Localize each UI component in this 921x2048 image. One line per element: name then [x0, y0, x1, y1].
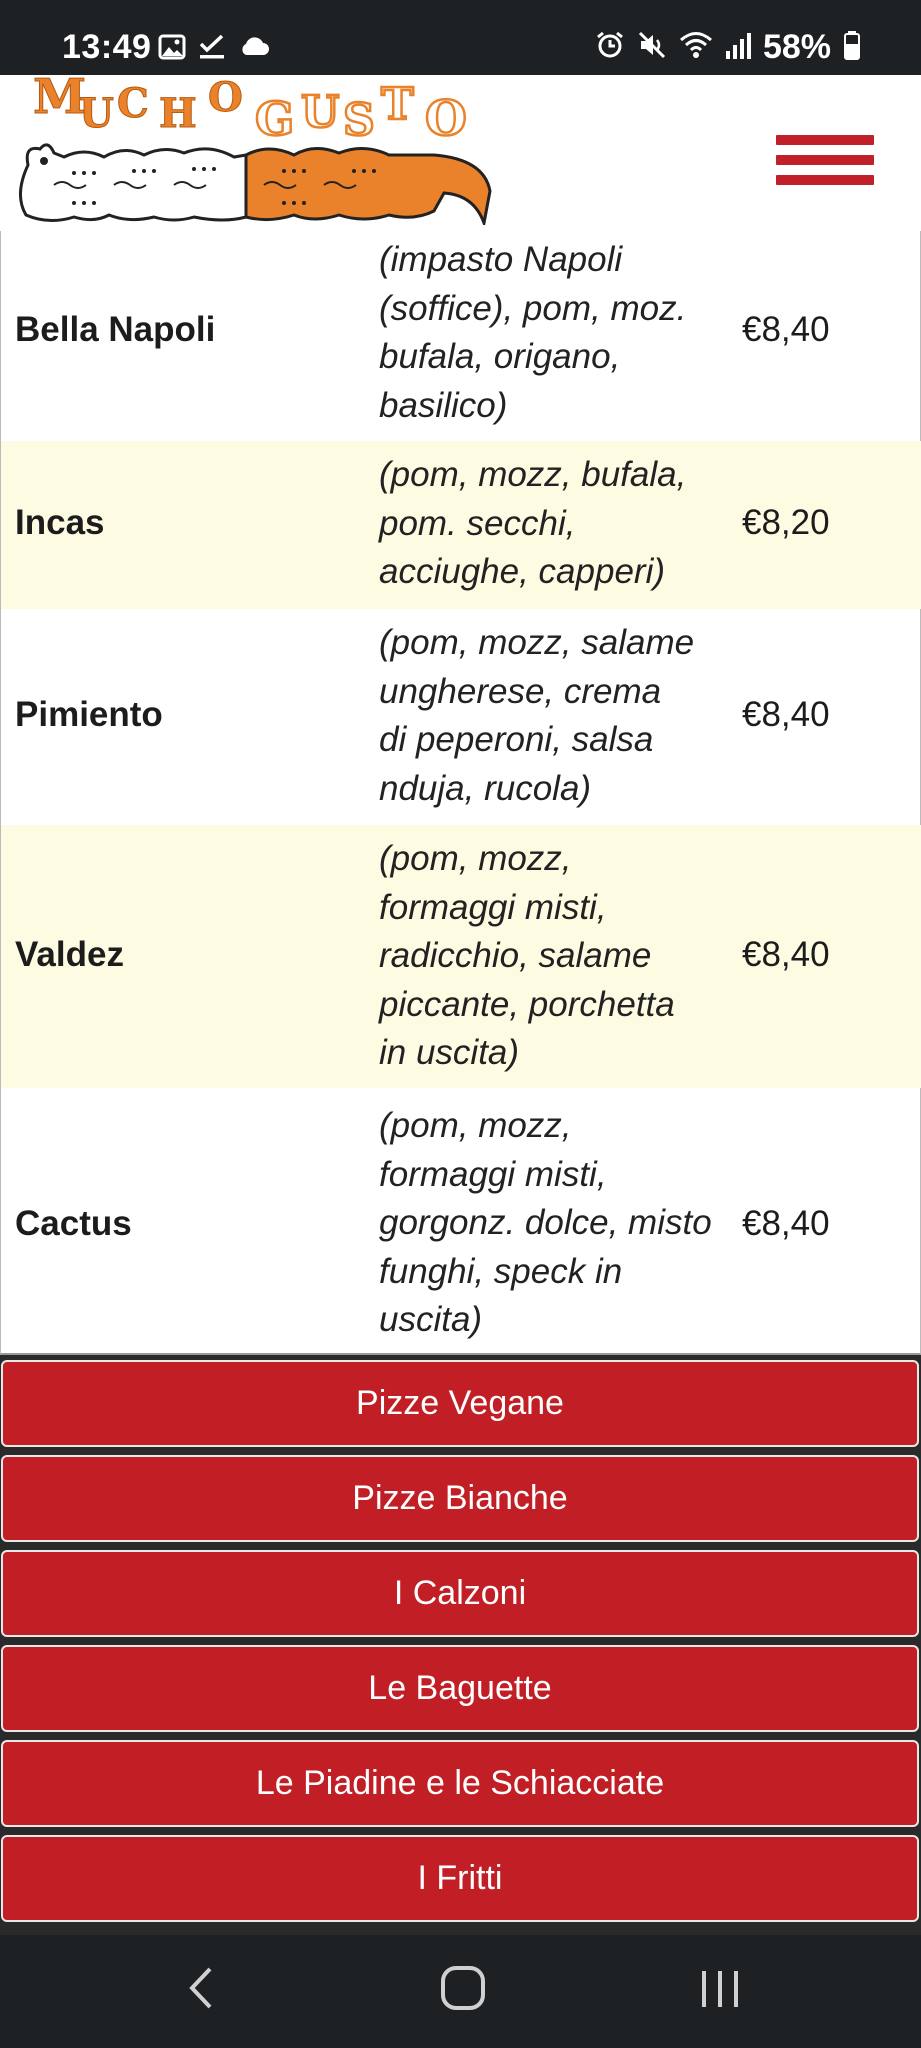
- status-bar: 13:49 58%: [0, 0, 921, 75]
- check-icon: [198, 34, 226, 65]
- description-line: (impasto Napoli: [379, 240, 623, 279]
- battery-icon: [843, 30, 861, 65]
- pizza-price: €8,20: [742, 503, 830, 542]
- hamburger-bar: [776, 135, 874, 145]
- description-line: piccante, porchetta: [379, 984, 675, 1024]
- category-button-fritti[interactable]: I Fritti: [1, 1835, 919, 1922]
- system-nav-bar: [0, 1935, 921, 2048]
- description-line: formaggi misti,: [379, 887, 607, 927]
- svg-text:T: T: [381, 79, 414, 130]
- category-button-calzoni[interactable]: I Calzoni: [1, 1550, 919, 1637]
- description-line: (pom, mozz,: [379, 839, 572, 878]
- description-line: nduja, rucola): [379, 768, 592, 808]
- description-line: bufala, origano,: [379, 337, 621, 376]
- mute-icon: [637, 30, 667, 65]
- svg-text:H: H: [159, 90, 197, 137]
- back-icon[interactable]: [186, 1963, 216, 2018]
- hamburger-bar: [776, 155, 874, 165]
- table-row: Valdez (pom, mozz, formaggi misti, radic…: [1, 825, 921, 1088]
- category-button-pizze-vegane[interactable]: Pizze Vegane: [1, 1360, 919, 1447]
- pizza-price: €8,40: [742, 310, 830, 349]
- description-line: uscita): [379, 1300, 483, 1339]
- pizza-name: Incas: [15, 503, 105, 542]
- pizza-description: (pom, mozz, salame ungherese, crema di p…: [379, 619, 731, 813]
- description-line: di peperoni, salsa: [379, 720, 654, 759]
- wifi-icon: [679, 30, 713, 65]
- description-line: acciughe, capperi): [379, 552, 665, 591]
- description-line: (pom, mozz,: [379, 1106, 572, 1145]
- description-line: funghi, speck in: [379, 1251, 623, 1291]
- svg-text:U: U: [301, 87, 339, 138]
- status-left-icons: [158, 34, 270, 65]
- description-line: (pom, mozz, bufala,: [379, 455, 687, 494]
- pizza-menu-table: Bella Napoli (impasto Napoli (soffice), …: [0, 231, 921, 1355]
- hamburger-menu-button[interactable]: [776, 135, 874, 187]
- status-right-icons: 58%: [595, 28, 861, 67]
- status-time: 13:49: [62, 28, 152, 66]
- signal-icon: [725, 31, 751, 64]
- table-row: Bella Napoli (impasto Napoli (soffice), …: [1, 231, 921, 441]
- alarm-icon: [595, 30, 625, 65]
- description-line: pom. secchi,: [379, 503, 576, 543]
- svg-text:U: U: [79, 90, 114, 137]
- logo-llama-art: [14, 135, 494, 230]
- description-line: radicchio, salame: [379, 936, 652, 975]
- table-row: Incas (pom, mozz, bufala, pom. secchi, a…: [1, 441, 921, 609]
- description-line: (pom, mozz, salame: [379, 623, 695, 662]
- home-icon[interactable]: [438, 1963, 488, 2018]
- pizza-name: Bella Napoli: [15, 310, 216, 349]
- category-button-piadine[interactable]: Le Piadine e le Schiacciate: [1, 1740, 919, 1827]
- description-line: basilico): [379, 385, 508, 425]
- category-button-baguette[interactable]: Le Baguette: [1, 1645, 919, 1732]
- description-line: in uscita): [379, 1033, 520, 1072]
- pizza-description: (impasto Napoli (soffice), pom, moz. buf…: [379, 236, 731, 430]
- pizza-price: €8,40: [742, 695, 830, 734]
- recents-icon[interactable]: [698, 1963, 742, 2018]
- gallery-icon: [158, 34, 186, 65]
- pizza-price: €8,40: [742, 935, 830, 974]
- hamburger-bar: [776, 175, 874, 185]
- table-row: Cactus (pom, mozz, formaggi misti, gorgo…: [1, 1088, 921, 1353]
- pizza-description: (pom, mozz, bufala, pom. secchi, acciugh…: [379, 451, 731, 597]
- pizza-name: Cactus: [15, 1204, 132, 1243]
- pizza-name: Valdez: [15, 935, 124, 974]
- svg-text:O: O: [208, 75, 243, 121]
- pizza-description: (pom, mozz, formaggi misti, radicchio, s…: [379, 835, 731, 1078]
- pizza-price: €8,40: [742, 1204, 830, 1243]
- svg-text:C: C: [117, 80, 149, 127]
- description-line: (soffice), pom, moz.: [379, 288, 687, 328]
- description-line: gorgonz. dolce, misto: [379, 1203, 712, 1242]
- description-line: formaggi misti,: [379, 1154, 607, 1194]
- cloud-icon: [238, 34, 270, 65]
- battery-percent: 58%: [762, 28, 831, 66]
- pizza-description: (pom, mozz, formaggi misti, gorgonz. dol…: [379, 1102, 731, 1345]
- pizza-name: Pimiento: [15, 695, 163, 734]
- site-header: M U C H O G U S T O: [0, 69, 921, 231]
- category-button-pizze-bianche[interactable]: Pizze Bianche: [1, 1455, 919, 1542]
- description-line: ungherese, crema: [379, 671, 662, 711]
- table-row: Pimiento (pom, mozz, salame ungherese, c…: [1, 609, 921, 825]
